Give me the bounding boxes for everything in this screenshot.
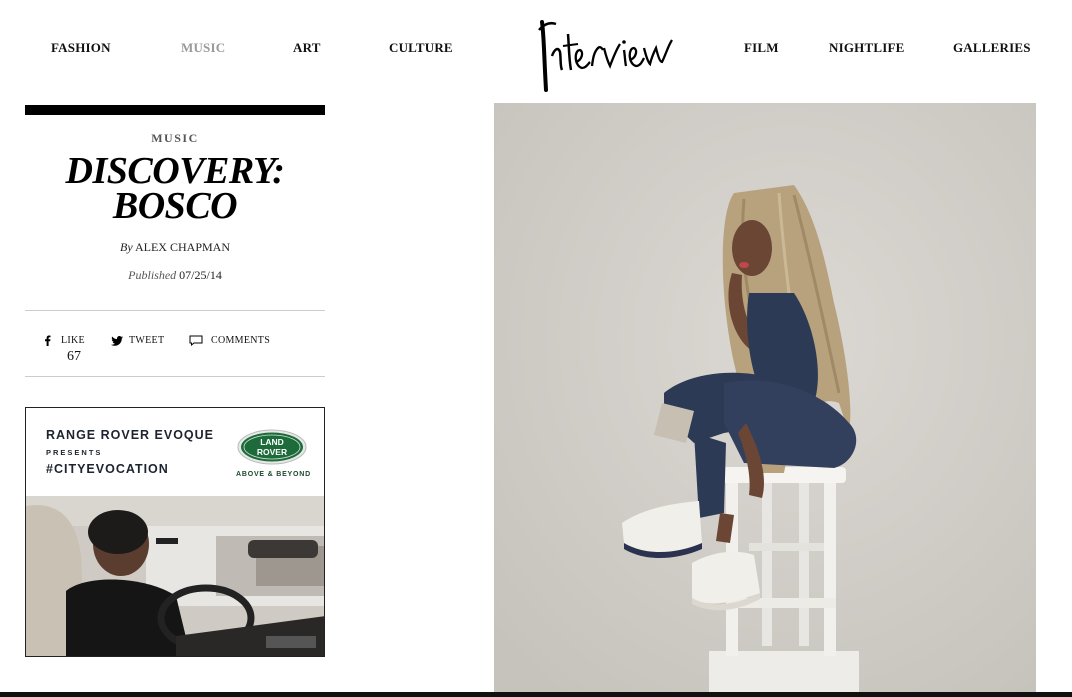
ad-presents: PRESENTS [46, 448, 103, 457]
twitter-icon [111, 335, 123, 346]
tweet-label: TWEET [129, 335, 165, 346]
comments-label: COMMENTS [211, 335, 271, 346]
nav-film[interactable]: FILM [744, 40, 779, 56]
article-title: DISCOVERY: BOSCO [25, 150, 325, 227]
byline-author[interactable]: ALEX CHAPMAN [135, 240, 230, 254]
interview-logo[interactable] [536, 16, 676, 94]
nav-music[interactable]: MUSIC [181, 40, 225, 56]
published-prefix: Published [128, 268, 177, 282]
published-date-value: 07/25/14 [179, 268, 222, 282]
badge-land: LAND [260, 437, 284, 447]
bottom-border [0, 692, 1072, 697]
section-top-bar [25, 105, 325, 115]
article-title-line-1: DISCOVERY: [65, 150, 285, 192]
interview-logo-mark [538, 20, 673, 92]
like-count: 67 [67, 349, 81, 364]
nav-nightlife[interactable]: NIGHTLIFE [829, 40, 904, 56]
advertisement-range-rover[interactable]: RANGE ROVER EVOQUE PRESENTS #CITYEVOCATI… [25, 407, 325, 657]
ad-headline: RANGE ROVER EVOQUE [46, 428, 215, 442]
ad-hashtag: #CITYEVOCATION [46, 462, 169, 476]
comment-bubble-icon [189, 335, 203, 346]
ad-tagline: ABOVE & BEYOND [236, 471, 311, 478]
comments-button[interactable]: COMMENTS [189, 335, 270, 346]
land-rover-logo: LAND ROVER [237, 429, 307, 465]
byline-prefix: By [119, 240, 133, 254]
ad-driver-photo [26, 496, 324, 656]
divider-bottom [25, 376, 325, 377]
nav-art[interactable]: ART [293, 40, 321, 56]
nav-galleries[interactable]: GALLERIES [953, 40, 1031, 56]
land-rover-badge: LAND ROVER [237, 429, 307, 465]
nav-culture[interactable]: CULTURE [389, 40, 453, 56]
hero-photo [494, 103, 1036, 693]
tweet-button[interactable]: TWEET [111, 335, 164, 346]
article-title-line-2: BOSCO [112, 185, 238, 227]
article-category[interactable]: MUSIC [25, 131, 325, 146]
nav-fashion[interactable]: FASHION [51, 40, 111, 56]
divider-top [25, 310, 325, 311]
badge-rover: ROVER [257, 447, 287, 457]
like-button[interactable]: LIKE [44, 335, 85, 346]
byline: By ALEX CHAPMAN [25, 240, 325, 255]
like-label: LIKE [61, 335, 85, 346]
facebook-icon [45, 335, 51, 346]
published-date: Published 07/25/14 [25, 268, 325, 283]
